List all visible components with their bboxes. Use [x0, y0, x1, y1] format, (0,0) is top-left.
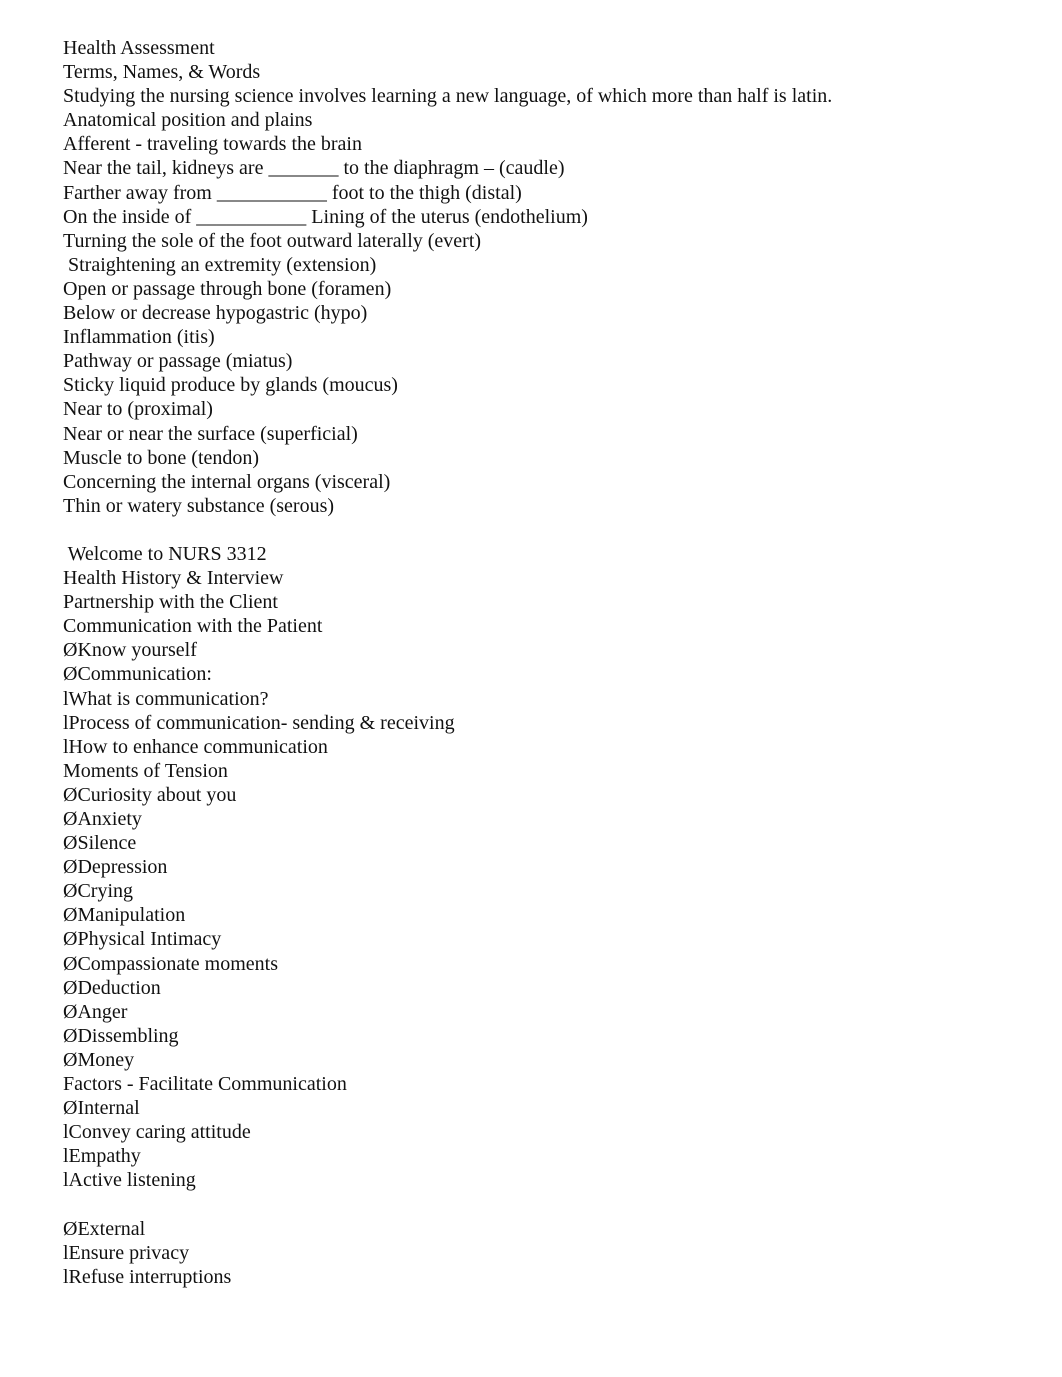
- text-line: ØCompassionate moments: [63, 952, 278, 975]
- text-line: Near the tail, kidneys are _______ to th…: [63, 157, 565, 180]
- text-line: Afferent - traveling towards the brain: [63, 133, 362, 156]
- text-line: Studying the nursing science involves le…: [63, 85, 833, 108]
- text-line: Moments of Tension: [63, 759, 228, 782]
- text-line: ØDissembling: [63, 1024, 179, 1047]
- text-line: lHow to enhance communication: [63, 735, 328, 758]
- text-line: ØDeduction: [63, 976, 161, 999]
- text-line: lProcess of communication- sending & rec…: [63, 711, 455, 734]
- text-line: Straightening an extremity (extension): [63, 253, 377, 276]
- external-factors-section: ØExternal lEnsure privacy lRefuse interrup…: [63, 1217, 1023, 1289]
- text-line: Pathway or passage (miatus): [63, 350, 293, 373]
- text-line: Turning the sole of the foot outward lat…: [63, 229, 482, 252]
- text-line: ØAnger: [63, 1000, 128, 1023]
- text-line: Health Assessment: [63, 37, 215, 59]
- text-line: Sticky liquid produce by glands (moucus): [63, 374, 398, 397]
- text-line: Muscle to bone (tendon): [63, 446, 260, 469]
- text-line: Near to (proximal): [63, 398, 213, 421]
- text-line: ØExternal: [63, 1217, 146, 1240]
- text-line: ØCrying: [63, 880, 133, 903]
- text-line: ØManipulation: [63, 904, 186, 927]
- text-line: ØCommunication:: [63, 663, 212, 686]
- text-line: Concerning the internal organs (visceral…: [63, 470, 391, 493]
- text-line: Communication with the Patient: [63, 615, 323, 638]
- communication-section: Welcome to NURS 3312 Health History & Int…: [63, 542, 1023, 1193]
- text-line: Near or near the surface (superficial): [63, 422, 358, 445]
- text-line: ØKnow yourself: [63, 639, 197, 662]
- text-line: Partnership with the Client: [63, 591, 278, 614]
- text-line: lEnsure privacy: [63, 1241, 190, 1264]
- text-line: Welcome to NURS 3312: [63, 542, 267, 565]
- text-line: ØSilence: [63, 832, 137, 855]
- text-line: Farther away from ___________ foot to th…: [63, 181, 522, 204]
- text-line: ØDepression: [63, 856, 168, 879]
- terms-section: Health Assessment Terms, Names, & Words St…: [63, 36, 1023, 518]
- text-line: ØAnxiety: [63, 808, 142, 830]
- text-line: Thin or watery substance (serous): [63, 494, 335, 517]
- text-line: Inflammation (itis): [63, 326, 215, 349]
- text-line: ØMoney: [63, 1048, 135, 1071]
- text-line: lActive listening: [63, 1169, 196, 1192]
- text-line: Below or decrease hypogastric (hypo): [63, 302, 368, 325]
- text-line: Anatomical position and plains: [63, 109, 313, 132]
- text-line: lRefuse interruptions: [63, 1265, 232, 1288]
- text-line: Factors - Facilitate Communication: [63, 1073, 347, 1096]
- document-page: Health Assessment Terms, Names, & Words St…: [63, 36, 1023, 1289]
- text-line: On the inside of ___________ Lining of t…: [63, 205, 588, 228]
- text-line: ØPhysical Intimacy: [63, 928, 222, 951]
- text-line: ØInternal: [63, 1097, 140, 1120]
- text-line: Open or passage through bone (foramen): [63, 277, 392, 300]
- text-line: lWhat is communication?: [63, 687, 269, 710]
- text-line: Terms, Names, & Words: [63, 61, 261, 84]
- text-line: ØCuriosity about you: [63, 783, 237, 806]
- text-line: lConvey caring attitude: [63, 1121, 251, 1144]
- text-line: Health History & Interview: [63, 567, 284, 590]
- text-line: lEmpathy: [63, 1145, 141, 1168]
